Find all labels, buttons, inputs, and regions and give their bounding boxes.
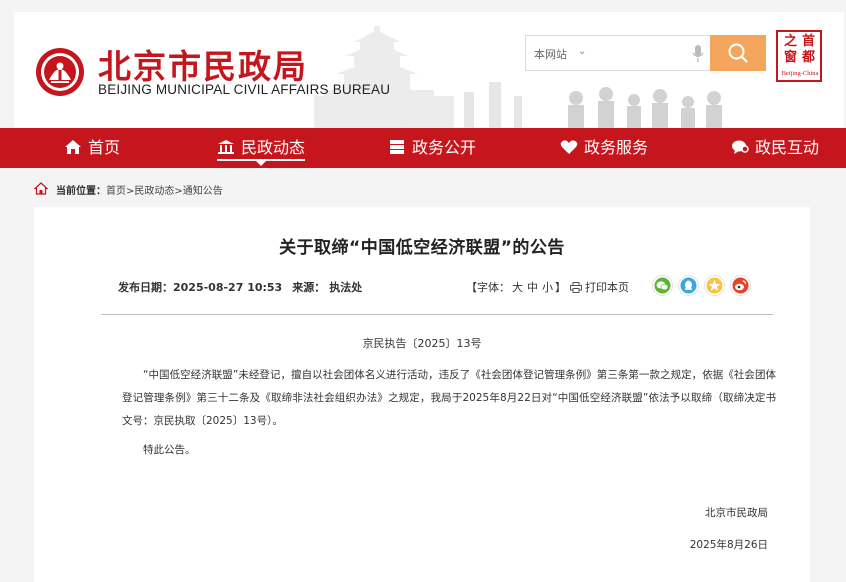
site-title-en: BEIJING MUNICIPAL CIVIL AFFAIRS BUREAU — [98, 82, 391, 97]
capital-logo-subtitle: Beijing-China — [781, 70, 819, 77]
qq-icon[interactable] — [678, 275, 699, 296]
bank-icon — [218, 140, 234, 154]
capital-logo-char: 都 — [802, 50, 816, 65]
site-header: 北京市民政局 BEIJING MUNICIPAL CIVIL AFFAIRS B… — [14, 12, 844, 128]
nav-item-home[interactable]: 首页 — [64, 128, 120, 168]
capital-logo-chars: 首 都 之 窗 — [780, 34, 818, 68]
header-divider — [101, 314, 773, 315]
font-size-close: 】 — [555, 281, 566, 294]
article-sign-date: 2025年8月26日 — [689, 539, 768, 551]
list-icon — [390, 140, 404, 154]
main-nav: 首页 民政动态 政务公开 政务服务 政民互动 — [0, 128, 846, 168]
article-meta: 发布日期：2025-08-27 10:53 来源： 执法处 — [118, 279, 368, 295]
font-size-medium[interactable]: 中 — [527, 281, 538, 294]
nav-item-label: 首页 — [88, 138, 121, 157]
article-signature: 北京市民政局 — [705, 507, 768, 519]
home-icon — [34, 182, 48, 195]
nav-item-label: 政务公开 — [412, 138, 477, 157]
nav-active-caret — [256, 161, 266, 166]
document-number: 京民执告〔2025〕13号 — [362, 337, 482, 350]
print-label: 打印本页 — [585, 281, 629, 294]
capital-logo-char: 窗 — [784, 50, 798, 65]
weibo-icon[interactable] — [730, 275, 751, 296]
print-button[interactable]: 打印本页 — [570, 279, 629, 295]
source-label: 来源： — [292, 281, 326, 294]
font-size-label: 【字体： — [466, 281, 510, 294]
nav-item-gov-service[interactable]: 政务服务 — [560, 128, 648, 168]
breadcrumb-label: 当前位置： — [56, 186, 106, 197]
article-body-paragraph: “中国低空经济联盟”未经登记，擅自以社会团体名义进行活动，违反了《社会团体登记管… — [122, 369, 776, 427]
nav-item-label: 政民互动 — [755, 138, 820, 157]
font-size-small[interactable]: 小 — [542, 281, 553, 294]
nav-item-civil-news[interactable]: 民政动态 — [217, 128, 306, 168]
article-closing: 特此公告。 — [143, 444, 196, 456]
printer-icon — [570, 282, 582, 293]
search-input[interactable]: 本网站 ⌄ — [525, 35, 711, 71]
font-size-switcher: 【字体：大中小】 — [466, 279, 566, 295]
breadcrumb-path[interactable]: 首页>民政动态>通知公告 — [106, 182, 223, 197]
font-size-large[interactable]: 大 — [512, 281, 523, 294]
search-button[interactable] — [710, 35, 766, 71]
capital-logo-char: 首 — [802, 34, 816, 49]
home-icon — [65, 140, 81, 154]
article-title: 关于取缔“中国低空经济联盟”的公告 — [279, 238, 565, 258]
search-icon — [728, 43, 748, 63]
source-value: 执法处 — [329, 281, 363, 294]
chat-icon — [732, 140, 749, 154]
nav-item-label: 政务服务 — [584, 138, 649, 157]
nav-item-gov-open[interactable]: 政务公开 — [388, 128, 476, 168]
publish-date: 2025-08-27 10:53 — [173, 281, 283, 294]
search-scope-select[interactable]: 本网站 — [534, 46, 567, 62]
chevron-down-icon: ⌄ — [578, 46, 587, 57]
article-panel: 关于取缔“中国低空经济联盟”的公告 发布日期：2025-08-27 10:53 来… — [34, 207, 810, 582]
wechat-icon[interactable] — [652, 275, 673, 296]
capital-window-logo[interactable]: 首 都 之 窗 Beijing-China — [776, 30, 822, 82]
publish-date-label: 发布日期： — [118, 281, 173, 294]
nav-item-label: 民政动态 — [241, 138, 306, 157]
capital-logo-char: 之 — [784, 34, 798, 49]
site-title-cn: 北京市民政局 — [98, 47, 308, 86]
qzone-icon[interactable] — [704, 275, 725, 296]
microphone-icon[interactable] — [692, 45, 704, 63]
heart-icon — [560, 140, 578, 154]
nav-item-interaction[interactable]: 政民互动 — [731, 128, 819, 168]
bureau-emblem-icon — [36, 48, 84, 96]
